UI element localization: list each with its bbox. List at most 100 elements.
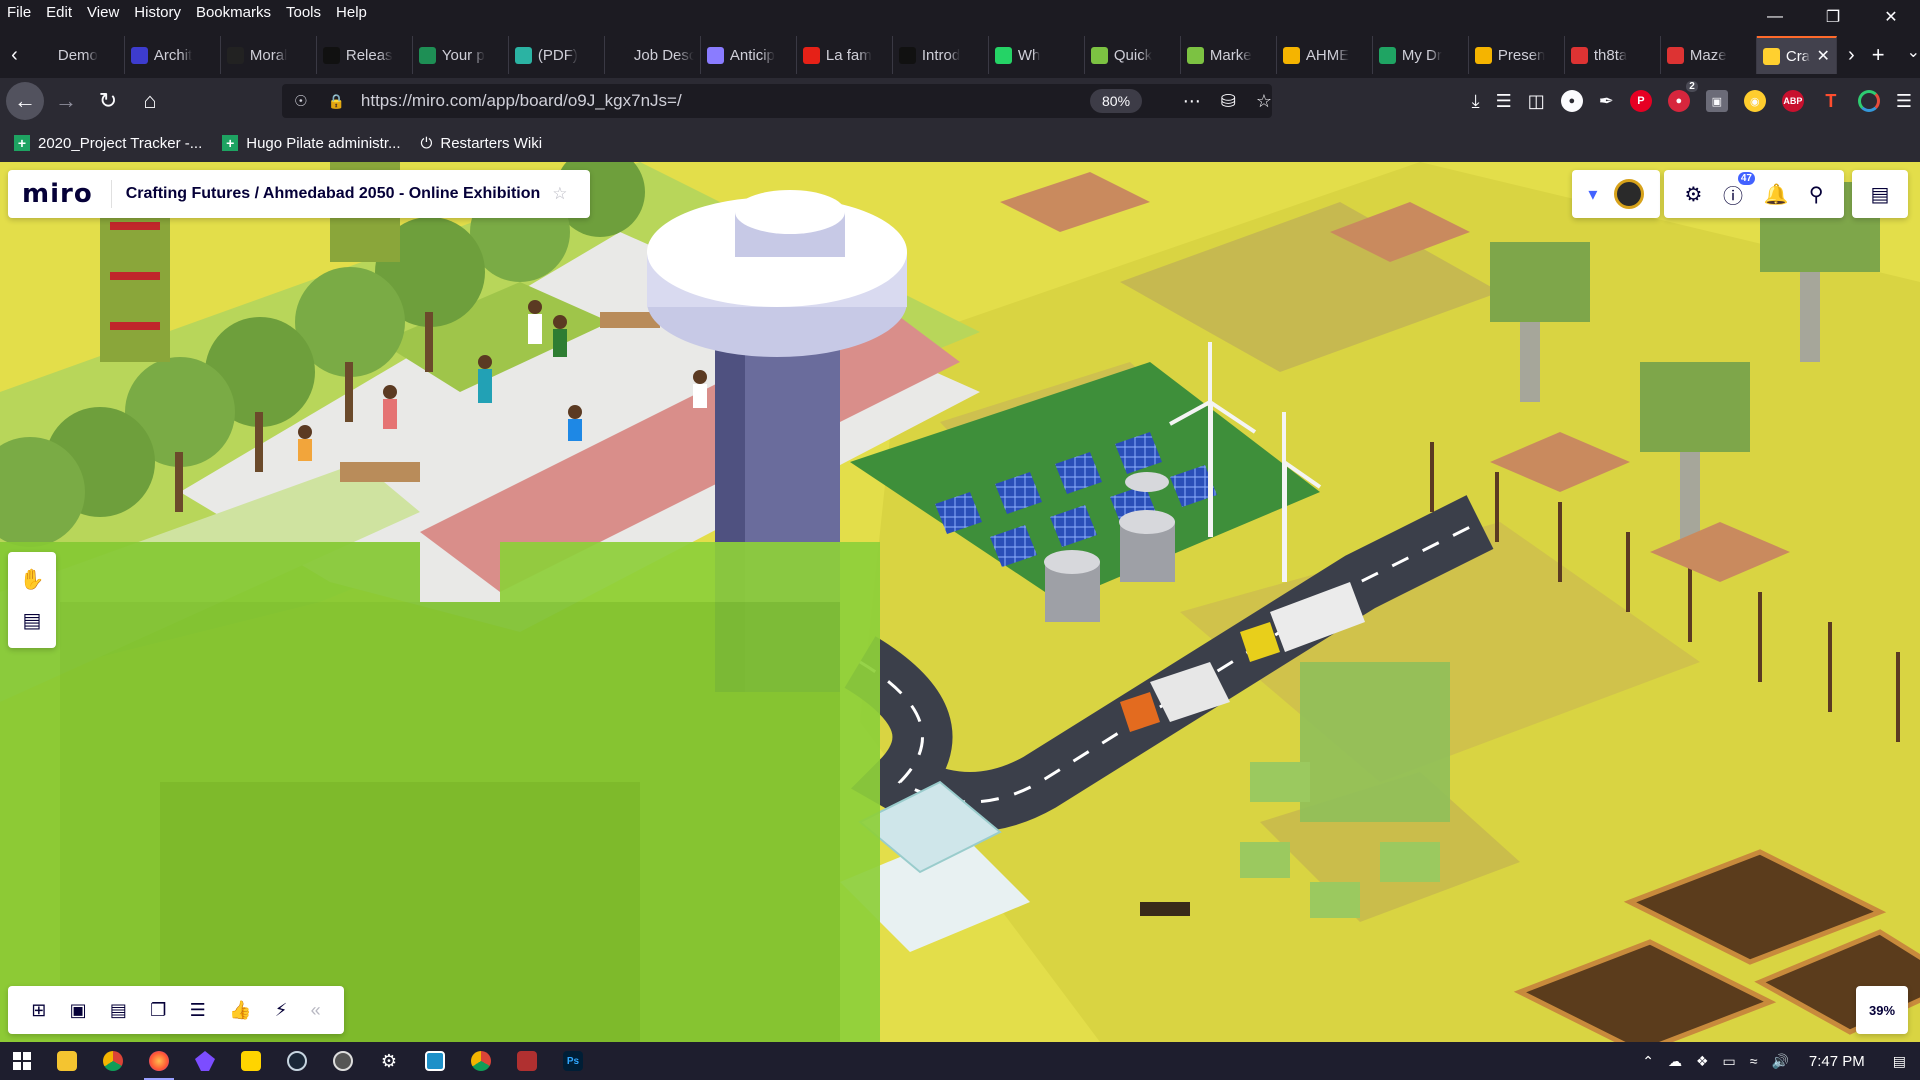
browser-tab[interactable]: My Dr: [1373, 36, 1469, 74]
bookmark-item[interactable]: ⏻ Restarters Wiki: [421, 135, 543, 152]
tracking-shield-icon[interactable]: ☉: [294, 92, 307, 110]
pinterest-icon[interactable]: P: [1629, 90, 1652, 112]
help-icon[interactable]: ⓘ 47: [1723, 171, 1755, 209]
follow-filter-icon[interactable]: ▾: [1588, 184, 1597, 205]
new-tab-icon[interactable]: +: [1872, 42, 1885, 68]
t-extension-icon[interactable]: T: [1820, 90, 1842, 112]
browser-tab[interactable]: La fam: [797, 36, 893, 74]
tab-list-chevron-down-icon[interactable]: ⌄: [1907, 42, 1920, 68]
forward-arrow-icon[interactable]: →: [46, 83, 86, 119]
feather-extension-icon[interactable]: ✒: [1599, 91, 1614, 112]
battery-icon[interactable]: ▭: [1723, 1053, 1736, 1070]
home-icon[interactable]: ⌂: [130, 83, 170, 119]
board-title[interactable]: Crafting Futures / Ahmedabad 2050 - Onli…: [126, 185, 541, 203]
avatar[interactable]: [1613, 179, 1644, 209]
comments-icon[interactable]: ▤: [110, 1000, 127, 1021]
sublime-app-icon[interactable]: [412, 1042, 458, 1080]
menu-bookmarks[interactable]: Bookmarks: [189, 4, 279, 21]
account-icon[interactable]: ●: [1560, 90, 1583, 112]
presentation-icon[interactable]: ▣: [70, 1000, 87, 1021]
obsidian-icon[interactable]: [182, 1042, 228, 1080]
media-player-icon[interactable]: [320, 1042, 366, 1080]
menu-edit[interactable]: Edit: [39, 4, 80, 21]
menu-tools[interactable]: Tools: [279, 4, 329, 21]
menu-history[interactable]: History: [127, 4, 189, 21]
minimize-icon[interactable]: —: [1746, 0, 1804, 34]
browser-tab[interactable]: Cra ✕: [1756, 36, 1837, 74]
back-arrow-icon[interactable]: ←: [6, 82, 44, 120]
browser-tab[interactable]: Introd: [893, 36, 989, 74]
settings-sliders-icon[interactable]: ⚙: [1685, 182, 1703, 207]
lightning-icon[interactable]: ⚡: [275, 1000, 288, 1021]
settings-gear-icon[interactable]: ⚙: [366, 1042, 412, 1080]
chrome-alt-icon[interactable]: [458, 1042, 504, 1080]
browser-tab[interactable]: Demo: [29, 36, 125, 74]
browser-tab[interactable]: Releas: [317, 36, 413, 74]
miro-logo[interactable]: miro: [22, 179, 93, 209]
menu-file[interactable]: File: [0, 4, 39, 21]
volume-icon[interactable]: 🔊: [1771, 1053, 1788, 1070]
clock[interactable]: 7:47 PM: [1809, 1053, 1865, 1070]
hamburger-menu-icon[interactable]: ☰: [1896, 91, 1912, 112]
tab-scroll-right-icon[interactable]: ›: [1837, 44, 1866, 67]
list-icon[interactable]: ☰: [190, 1000, 206, 1021]
sidebar-icon[interactable]: ◫: [1528, 91, 1545, 112]
bookmark-item[interactable]: + Hugo Pilate administr...: [222, 135, 401, 152]
url-text[interactable]: https://miro.com/app/board/o9J_kgx7nJs=/: [361, 91, 682, 111]
lock-extension-icon[interactable]: ● 2: [1667, 81, 1698, 112]
browser-tab[interactable]: Maze: [1661, 36, 1757, 74]
menu-help[interactable]: Help: [329, 4, 375, 21]
browser-tab[interactable]: Anticip: [701, 36, 797, 74]
browser-tab[interactable]: Marke: [1181, 36, 1277, 74]
firefox-icon[interactable]: [136, 1042, 182, 1080]
dropbox-icon[interactable]: ❖: [1696, 1053, 1709, 1070]
notification-center-icon[interactable]: ▤: [1893, 1053, 1906, 1070]
voting-thumbs-up-icon[interactable]: 👍: [229, 1000, 251, 1021]
close-tab-icon[interactable]: ✕: [1816, 46, 1829, 66]
star-icon[interactable]: ☆: [552, 184, 567, 204]
photoshop-icon[interactable]: Ps: [550, 1042, 596, 1080]
frames-icon[interactable]: ⊞: [31, 1000, 46, 1021]
notifications-bell-icon[interactable]: 🔔: [1763, 182, 1788, 207]
adblock-plus-icon[interactable]: ABP: [1781, 90, 1804, 112]
pocket-icon[interactable]: ⛁: [1221, 91, 1236, 112]
page-actions-icon[interactable]: ⋯: [1183, 91, 1201, 112]
collapse-icon[interactable]: «: [311, 1000, 321, 1021]
zoom-level[interactable]: 39%: [1856, 986, 1908, 1034]
windows-start-icon[interactable]: [0, 1052, 44, 1070]
url-bar[interactable]: ☉ 🔒 https://miro.com/app/board/o9J_kgx7n…: [282, 84, 1272, 118]
search-icon[interactable]: ⚲: [1809, 182, 1824, 207]
chrome-like-extension-icon[interactable]: ◉: [1743, 90, 1766, 112]
file-explorer-icon[interactable]: [44, 1042, 90, 1080]
browser-tab[interactable]: Moral: [221, 36, 317, 74]
bookmark-star-icon[interactable]: ☆: [1256, 91, 1272, 112]
steam-icon[interactable]: [274, 1042, 320, 1080]
sticky-notes-icon[interactable]: [228, 1042, 274, 1080]
color-ring-extension-icon[interactable]: [1857, 90, 1880, 112]
browser-tab[interactable]: Presen: [1469, 36, 1565, 74]
comment-tool-icon[interactable]: ▤: [23, 608, 42, 633]
chrome-icon[interactable]: [90, 1042, 136, 1080]
menu-view[interactable]: View: [80, 4, 127, 21]
tab-scroll-left-icon[interactable]: ‹: [0, 44, 29, 67]
browser-tab[interactable]: (PDF): [509, 36, 605, 74]
browser-tab[interactable]: th8ta: [1565, 36, 1661, 74]
close-window-icon[interactable]: ✕: [1862, 0, 1920, 34]
lock-icon[interactable]: 🔒: [327, 93, 344, 110]
browser-tab[interactable]: Archit: [125, 36, 221, 74]
board-notes-icon[interactable]: ▤: [1852, 170, 1908, 218]
restore-icon[interactable]: ❐: [1804, 0, 1862, 34]
browser-tab[interactable]: AHME: [1277, 36, 1373, 74]
hand-tool-icon[interactable]: ✋: [20, 567, 45, 592]
onedrive-cloud-icon[interactable]: ☁: [1668, 1053, 1682, 1070]
miro-board-canvas[interactable]: miro Crafting Futures / Ahmedabad 2050 -…: [0, 162, 1920, 1042]
tool-app-icon[interactable]: [504, 1042, 550, 1080]
browser-tab[interactable]: Wh: [989, 36, 1085, 74]
browser-tab[interactable]: Job Descri: [605, 36, 701, 74]
chevron-up-icon[interactable]: ⌃: [1642, 1053, 1654, 1070]
library-icon[interactable]: ☰: [1496, 91, 1512, 112]
reload-icon[interactable]: ↻: [88, 83, 128, 119]
downloads-icon[interactable]: ⤓: [1472, 91, 1480, 112]
zoom-reset-button[interactable]: 80%: [1090, 89, 1143, 113]
screen-extension-icon[interactable]: ▣: [1705, 90, 1728, 112]
